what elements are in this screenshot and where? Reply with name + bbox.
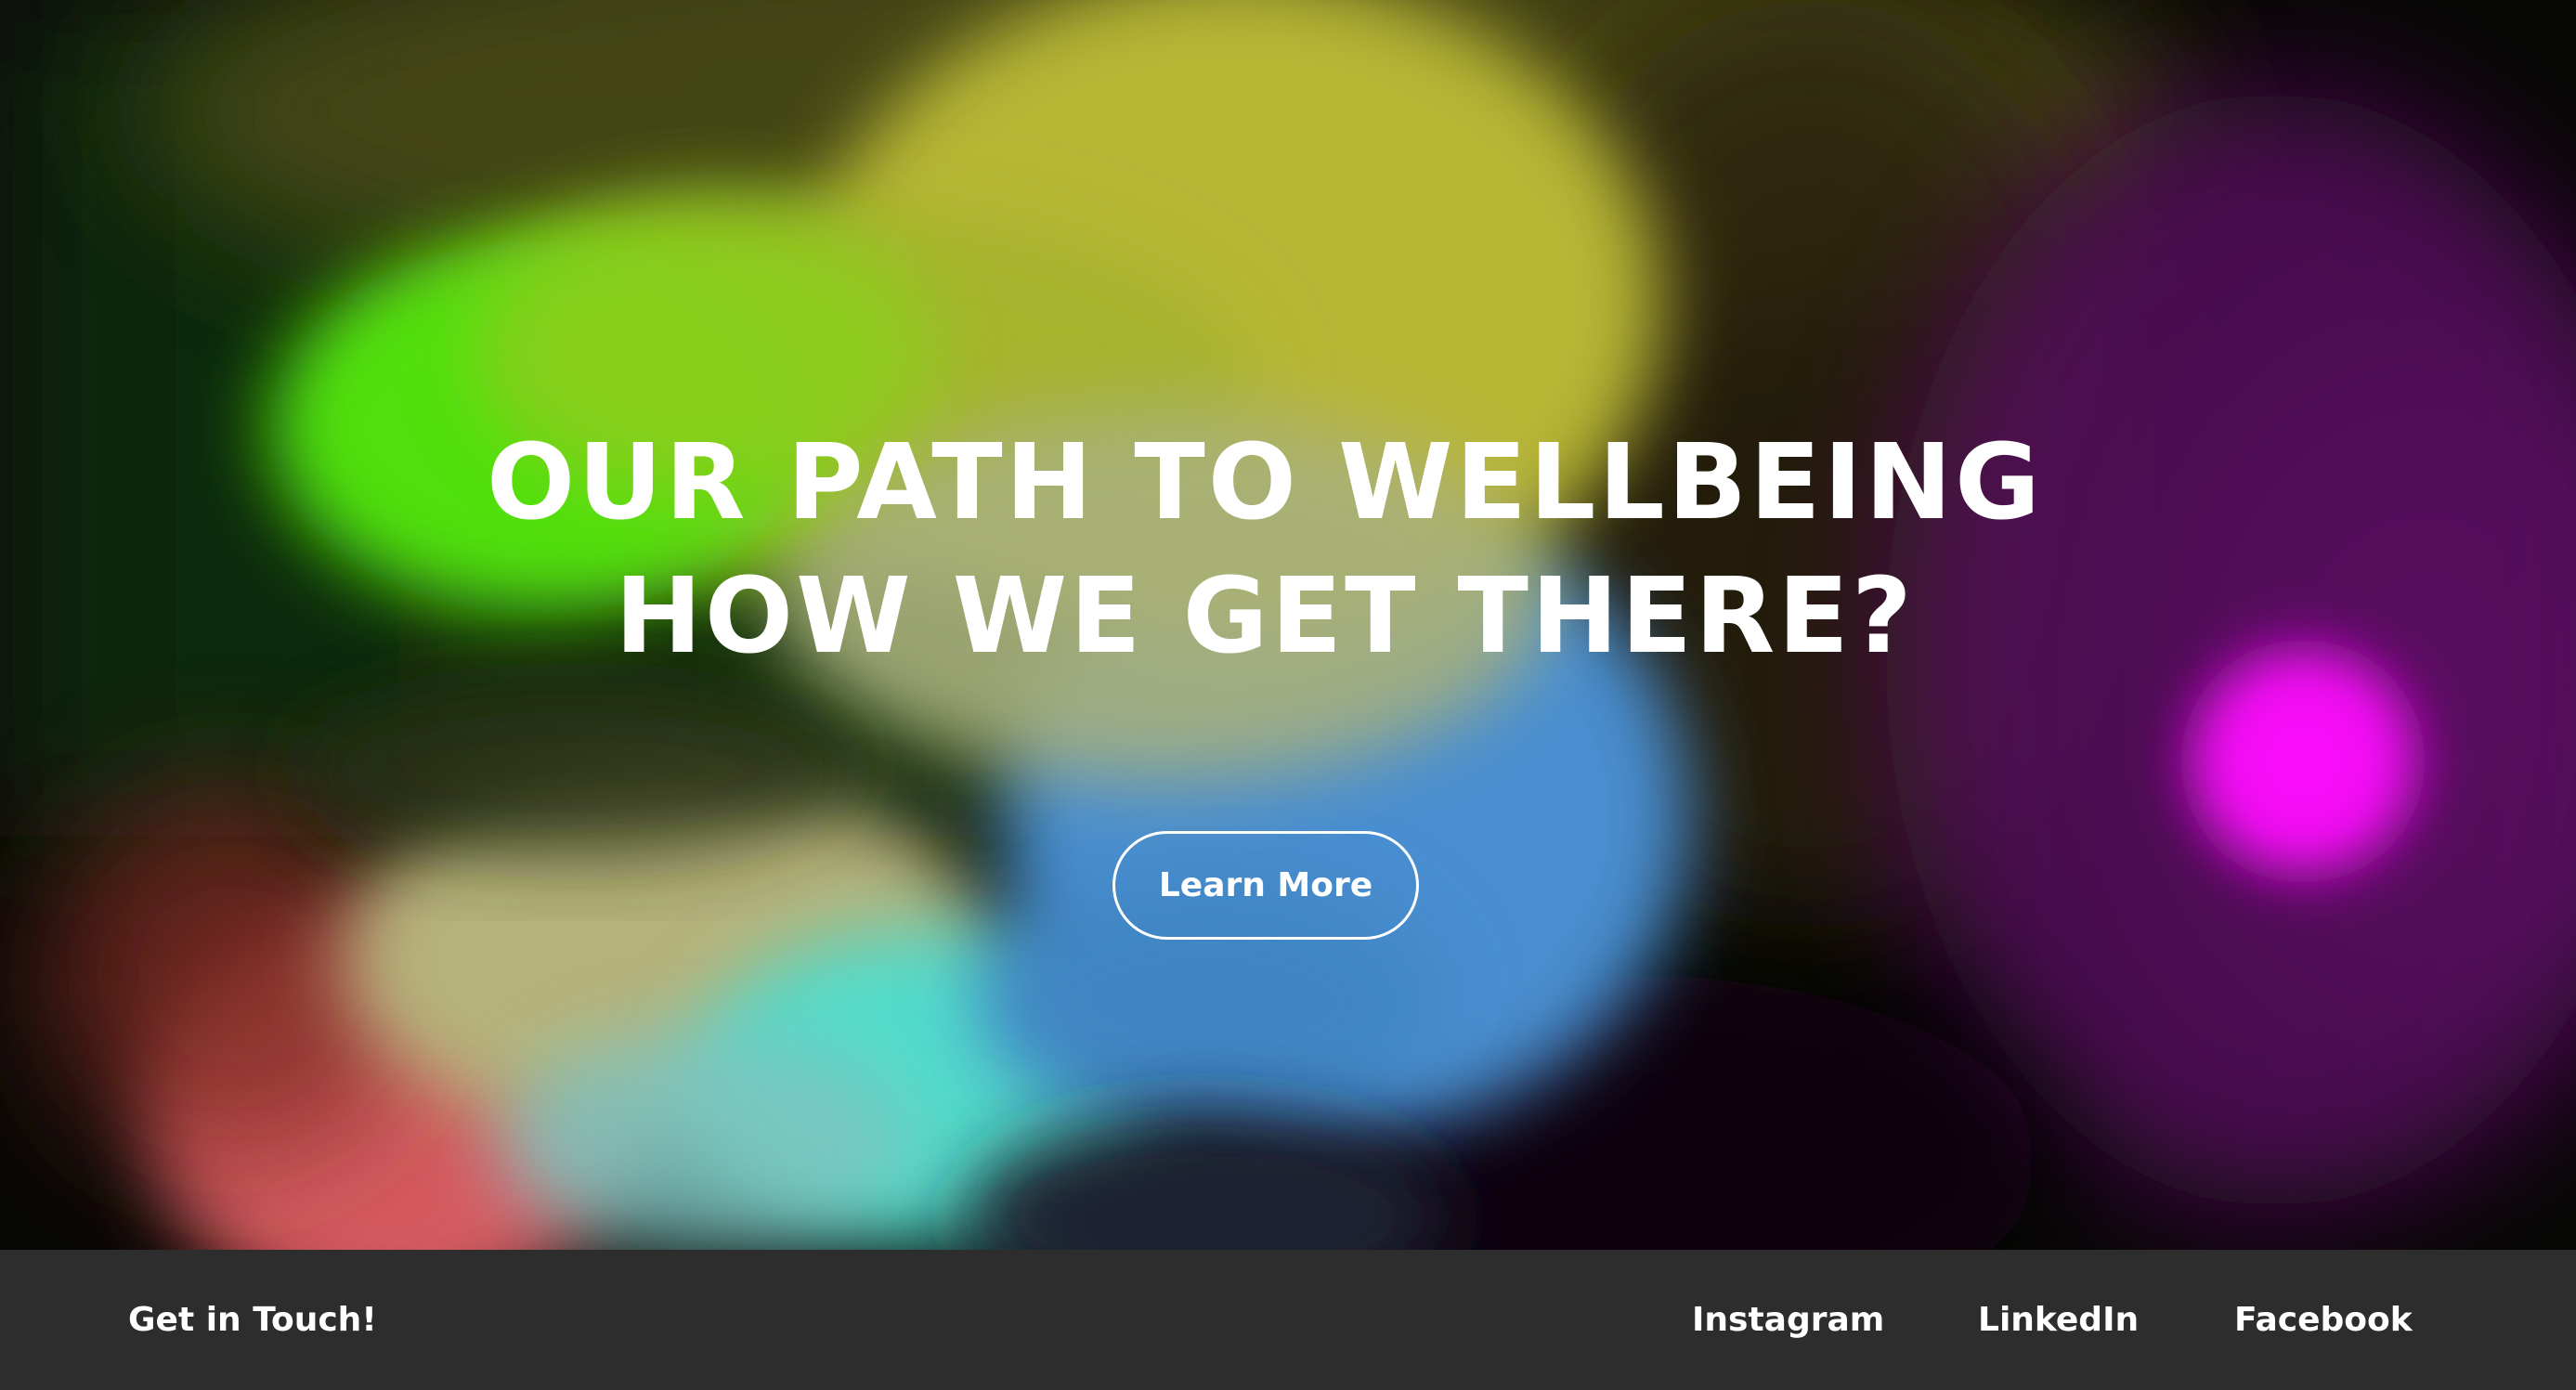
footer: Get in Touch! Instagram LinkedIn Faceboo… (0, 1250, 2576, 1390)
hero-title-line-2: HOW WE GET THERE? (615, 556, 1915, 677)
hero-section: OUR PATH TO WELLBEING HOW WE GET THERE? … (0, 0, 2576, 1250)
facebook-link[interactable]: Facebook (2234, 1250, 2413, 1390)
landing-page: OUR PATH TO WELLBEING HOW WE GET THERE? … (0, 0, 2576, 1390)
hero-title: OUR PATH TO WELLBEING HOW WE GET THERE? (0, 416, 2530, 683)
learn-more-button[interactable]: Learn More (1112, 831, 1419, 940)
get-in-touch-link[interactable]: Get in Touch! (128, 1250, 377, 1390)
instagram-link[interactable]: Instagram (1692, 1250, 1884, 1390)
hero-title-line-1: OUR PATH TO WELLBEING (487, 422, 2043, 543)
linkedin-link[interactable]: LinkedIn (1978, 1250, 2139, 1390)
